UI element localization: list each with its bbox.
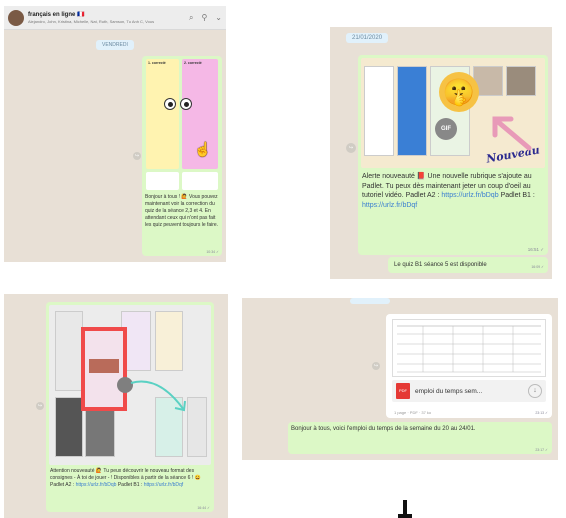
message-text: Bonjour à tous ! 🙋 Vous pouvez maintenan… [145, 194, 219, 228]
message-time: 23:17 ✓ [535, 448, 548, 452]
date-chip: VENDREDI [96, 40, 134, 50]
image-attachment[interactable]: 🤫 GIF Nouveau [361, 58, 545, 168]
link-padlet-a2[interactable]: https://urlz.fr/bDqb [76, 482, 117, 488]
file-message: PDF emploi du temps sem... ↓ 1 page · PD… [386, 314, 552, 418]
shushing-face-icon: 🤫 [439, 72, 479, 112]
pdf-file-icon: PDF [396, 383, 410, 399]
arrow-icon [492, 116, 532, 151]
link-padlet-b1[interactable]: https://urlz.fr/bDqf [362, 202, 417, 209]
partial-glyph [398, 500, 412, 518]
message-text: Alerte nouveauté 📕 Une nouvelle rubrique… [362, 172, 544, 210]
image-attachment [182, 172, 218, 190]
eyes-icon [164, 98, 176, 110]
pdf-preview[interactable] [392, 319, 546, 377]
message-text: Bonjour à tous, voici l'emploi du temps … [291, 426, 476, 432]
image-attachment[interactable]: 1. correcté [146, 59, 179, 169]
padlet-a2-label: Padlet A2 : [405, 192, 440, 199]
message-time: 10:34 ✓ [206, 250, 219, 254]
message-bubble: Attention nouveauté 🙋 Tu peux découvrir … [46, 302, 214, 512]
padlet-b1-label: Padlet B1 : [117, 482, 143, 488]
file-name: emploi du temps sem... [415, 387, 483, 395]
chat-screenshot-4: PDF emploi du temps sem... ↓ 1 page · PD… [242, 298, 558, 460]
link-padlet-b1[interactable]: https://urlz.fr/bDqf [144, 482, 183, 488]
padlet-b1-label: Padlet B1 : [500, 192, 535, 199]
image-attachment[interactable] [49, 305, 211, 465]
padlet-a2-label: Padlet A2 : [50, 482, 75, 488]
message-time: 16:44 ✓ [197, 506, 210, 510]
message-bubble: 1. correcté 2. correcté ☝ Bonjour à tous… [142, 56, 222, 256]
search-icon[interactable]: ⌕ [189, 13, 193, 23]
message-time: 16:09 ✓ [531, 265, 544, 269]
chat-screenshot-2: 21/01/2020 🤫 GIF Nouveau Alerte nouveaut… [330, 27, 552, 279]
eyes-icon [180, 98, 192, 110]
card-title: 1. correcté [148, 61, 166, 65]
chat-members: Alejandro, John, Kristina, Michelle, Nat… [28, 18, 155, 24]
hand-cursor-icon: ☝ [194, 141, 212, 157]
date-chip [350, 298, 390, 304]
forward-icon[interactable]: ↪ [372, 362, 380, 370]
message-text: Attention nouveauté 🙋 Tu peux découvrir … [50, 468, 210, 489]
forward-icon[interactable]: ↪ [133, 152, 141, 160]
message-bubble: 🤫 GIF Nouveau Alerte nouveauté 📕 Une nou… [358, 55, 548, 255]
menu-icon[interactable]: ⌄ [215, 13, 222, 23]
message-time: 16:51 ✓ [527, 247, 544, 252]
card-title: 2. correcté [184, 61, 202, 65]
chat-header: français en ligne 🇫🇷 Alejandro, John, Kr… [4, 6, 226, 30]
download-icon[interactable]: ↓ [528, 384, 542, 398]
gif-badge[interactable]: GIF [435, 118, 457, 140]
arrow-icon [130, 380, 186, 412]
message-time: 23:13 ✓ [535, 411, 548, 415]
message-bubble: Le quiz B1 séance 5 est disponible 16:09… [388, 257, 548, 273]
message-bubble: Bonjour à tous, voici l'emploi du temps … [288, 422, 552, 454]
forward-icon[interactable]: ↪ [36, 402, 44, 410]
chat-screenshot-1: français en ligne 🇫🇷 Alejandro, John, Kr… [4, 6, 226, 262]
file-row[interactable]: PDF emploi du temps sem... ↓ [392, 380, 546, 402]
message-body: Attention nouveauté 🙋 Tu peux découvrir … [50, 468, 201, 481]
highlight-box [81, 327, 127, 411]
link-padlet-a2[interactable]: https://urlz.fr/bDqb [441, 192, 498, 199]
image-attachment [146, 172, 179, 190]
chat-screenshot-3: Attention nouveauté 🙋 Tu peux découvrir … [4, 294, 228, 518]
group-avatar[interactable] [8, 9, 24, 26]
attach-icon[interactable]: ⚲ [201, 13, 207, 23]
message-text: Le quiz B1 séance 5 est disponible [394, 262, 487, 268]
chat-title[interactable]: français en ligne 🇫🇷 [28, 12, 158, 19]
file-meta: 1 page · PDF · 37 ko [394, 410, 432, 415]
date-chip: 21/01/2020 [346, 33, 389, 43]
forward-icon[interactable]: ↪ [346, 143, 356, 153]
